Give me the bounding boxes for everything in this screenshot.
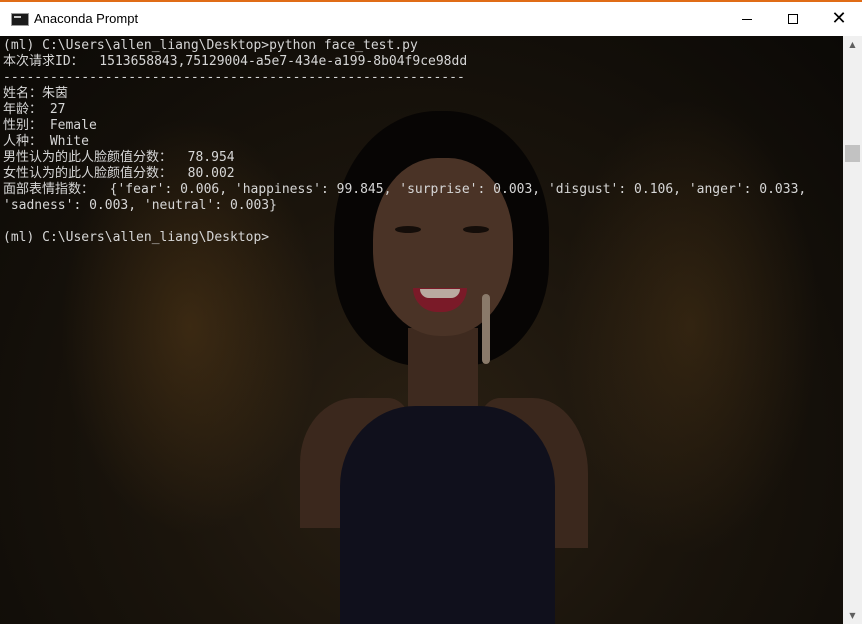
anaconda-prompt-window: Anaconda Prompt ✕ (ml) C:\Users\allen_li… — [0, 0, 862, 624]
console-area[interactable]: (ml) C:\Users\allen_liang\Desktop>python… — [0, 36, 843, 624]
close-icon: ✕ — [831, 8, 847, 29]
console-output[interactable]: (ml) C:\Users\allen_liang\Desktop>python… — [3, 38, 806, 246]
maximize-button[interactable] — [770, 2, 816, 36]
console-line: 人种： White — [3, 134, 89, 149]
scroll-thumb[interactable] — [845, 145, 860, 162]
minimize-button[interactable] — [724, 2, 770, 36]
scroll-down-icon[interactable]: ▼ — [843, 607, 862, 624]
maximize-icon — [788, 14, 798, 24]
console-line: ----------------------------------------… — [3, 70, 465, 85]
close-button[interactable]: ✕ — [816, 2, 862, 36]
console-line: 男性认为的此人脸颜值分数： 78.954 — [3, 150, 235, 165]
console-line: 本次请求ID： 1513658843,75129004-a5e7-434e-a1… — [3, 54, 468, 69]
scroll-up-icon[interactable]: ▲ — [843, 36, 862, 53]
console-line: 女性认为的此人脸颜值分数： 80.002 — [3, 166, 235, 181]
vertical-scrollbar[interactable]: ▲ ▼ — [843, 36, 862, 624]
console-line: 'sadness': 0.003, 'neutral': 0.003} — [3, 198, 277, 213]
console-icon — [11, 13, 29, 26]
minimize-icon — [742, 18, 752, 20]
console-line: 性别： Female — [3, 118, 97, 133]
title-bar[interactable]: Anaconda Prompt ✕ — [0, 2, 862, 36]
window-title: Anaconda Prompt — [34, 11, 139, 26]
console-line: 年龄： 27 — [3, 102, 66, 117]
console-line: 姓名：朱茵 — [3, 86, 69, 101]
console-line: 面部表情指数： {'fear': 0.006, 'happiness': 99.… — [3, 182, 807, 197]
console-line: (ml) C:\Users\allen_liang\Desktop>python… — [3, 38, 418, 53]
console-prompt[interactable]: (ml) C:\Users\allen_liang\Desktop> — [3, 230, 269, 245]
